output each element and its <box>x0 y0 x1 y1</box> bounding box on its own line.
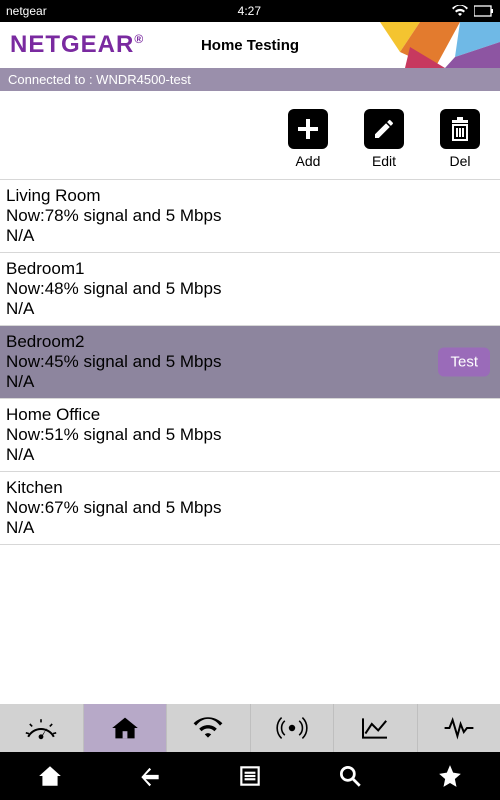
list-item[interactable]: Home Office Now:51% signal and 5 Mbps N/… <box>0 398 500 471</box>
room-name: Living Room <box>6 186 492 206</box>
connection-status-bar: Connected to : WNDR4500-test <box>0 68 500 91</box>
battery-status-icon <box>474 5 494 17</box>
signal-detail: Now:51% signal and 5 Mbps <box>6 425 492 445</box>
chart-icon <box>359 714 391 742</box>
connection-prefix: Connected to : <box>8 72 96 87</box>
signal-detail: Now:67% signal and 5 Mbps <box>6 498 492 518</box>
radar-icon <box>276 714 308 742</box>
room-name: Bedroom1 <box>6 259 492 279</box>
page-title: Home Testing <box>201 37 299 54</box>
actions-row: Add Edit Del <box>0 91 500 179</box>
wifi-icon <box>192 714 224 742</box>
plus-icon <box>288 109 328 149</box>
extra-line: N/A <box>6 299 492 319</box>
back-arrow-icon <box>137 763 163 789</box>
extra-line: N/A <box>6 518 492 538</box>
status-time: 4:27 <box>47 4 452 18</box>
room-name: Kitchen <box>6 478 492 498</box>
nav-back[interactable] <box>130 756 170 796</box>
room-name: Home Office <box>6 405 492 425</box>
netgear-logo: NETGEAR® <box>10 31 144 59</box>
search-icon <box>337 763 363 789</box>
add-button[interactable]: Add <box>288 109 328 169</box>
list-item[interactable]: Living Room Now:78% signal and 5 Mbps N/… <box>0 179 500 252</box>
menu-icon <box>237 763 263 789</box>
extra-line: N/A <box>6 445 492 465</box>
tab-dashboard[interactable] <box>0 704 84 752</box>
trash-icon <box>440 109 480 149</box>
room-name: Bedroom2 <box>6 332 492 352</box>
tab-home-testing[interactable] <box>84 704 168 752</box>
edit-label: Edit <box>372 153 396 169</box>
brand-decoration <box>350 22 500 68</box>
list-item[interactable]: Bedroom1 Now:48% signal and 5 Mbps N/A <box>0 252 500 325</box>
app-tab-bar <box>0 704 500 752</box>
del-button[interactable]: Del <box>440 109 480 169</box>
nav-favorites[interactable] <box>430 756 470 796</box>
del-label: Del <box>449 153 470 169</box>
edit-button[interactable]: Edit <box>364 109 404 169</box>
home-icon <box>37 763 63 789</box>
nav-menu[interactable] <box>230 756 270 796</box>
room-list: Living Room Now:78% signal and 5 Mbps N/… <box>0 179 500 545</box>
nav-home[interactable] <box>30 756 70 796</box>
tab-signal[interactable] <box>251 704 335 752</box>
tab-wifi[interactable] <box>167 704 251 752</box>
tab-chart[interactable] <box>334 704 418 752</box>
extra-line: N/A <box>6 226 492 246</box>
signal-detail: Now:45% signal and 5 Mbps <box>6 352 492 372</box>
house-icon <box>109 714 141 742</box>
status-bar: netgear 4:27 <box>0 0 500 22</box>
star-icon <box>437 763 463 789</box>
system-nav-bar <box>0 752 500 800</box>
header: NETGEAR® Home Testing <box>0 22 500 68</box>
test-button[interactable]: Test <box>438 348 490 377</box>
pencil-icon <box>364 109 404 149</box>
nav-search[interactable] <box>330 756 370 796</box>
list-item[interactable]: Bedroom2 Now:45% signal and 5 Mbps N/A T… <box>0 325 500 398</box>
status-right-icons <box>452 5 494 17</box>
gauge-icon <box>25 714 57 742</box>
add-label: Add <box>296 153 321 169</box>
activity-icon <box>443 714 475 742</box>
tab-activity[interactable] <box>418 704 500 752</box>
signal-detail: Now:78% signal and 5 Mbps <box>6 206 492 226</box>
wifi-status-icon <box>452 5 468 17</box>
signal-detail: Now:48% signal and 5 Mbps <box>6 279 492 299</box>
list-item[interactable]: Kitchen Now:67% signal and 5 Mbps N/A <box>0 471 500 545</box>
status-app-name: netgear <box>6 4 47 18</box>
connection-ssid: WNDR4500-test <box>96 72 191 87</box>
extra-line: N/A <box>6 372 492 392</box>
